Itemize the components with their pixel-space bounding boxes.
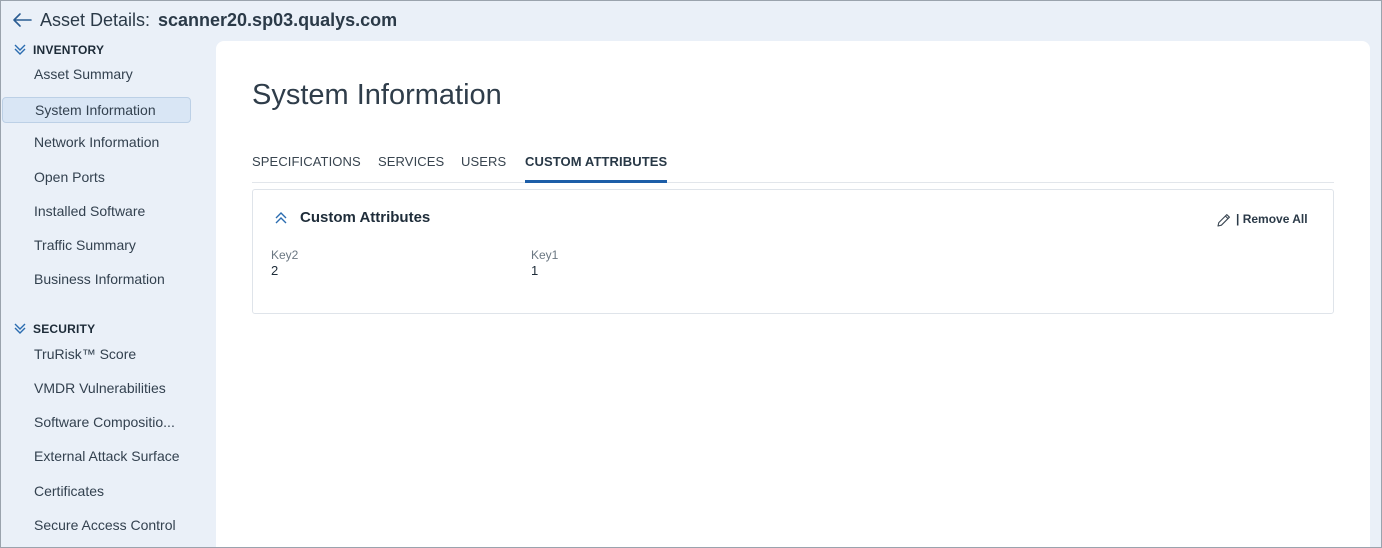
sidebar-item-installed-software[interactable]: Installed Software: [2, 198, 191, 224]
custom-attributes-card: Custom Attributes | Remove All Key2 2 Ke…: [252, 189, 1334, 314]
sidebar-item-secure-access-control[interactable]: Secure Access Control: [2, 512, 191, 538]
tab-users[interactable]: USERS: [461, 154, 506, 183]
sidebar-item-label: VMDR Vulnerabilities: [34, 380, 166, 396]
sidebar-item-label: System Information: [35, 102, 156, 118]
arrow-left-icon[interactable]: [12, 12, 32, 28]
sidebar-item-open-ports[interactable]: Open Ports: [2, 164, 191, 190]
tab-bar: SPECIFICATIONS SERVICES USERS CUSTOM ATT…: [252, 149, 1334, 183]
sidebar-item-external-attack-surface[interactable]: External Attack Surface: [2, 443, 191, 469]
attribute-value: 1: [531, 263, 539, 278]
attribute-key: Key2: [271, 248, 299, 262]
pencil-icon[interactable]: [1216, 212, 1232, 228]
section-title: SECURITY: [33, 322, 96, 336]
sidebar-item-vmdr-vulnerabilities[interactable]: VMDR Vulnerabilities: [2, 375, 191, 401]
sidebar-item-asset-summary[interactable]: Asset Summary: [2, 61, 191, 87]
sidebar-item-certificates[interactable]: Certificates: [2, 478, 191, 504]
sidebar: INVENTORY Asset Summary System Informati…: [0, 40, 216, 548]
sidebar-item-label: Traffic Summary: [34, 237, 136, 253]
sidebar-item-label: Asset Summary: [34, 66, 133, 82]
sidebar-item-label: External Attack Surface: [34, 448, 180, 464]
sidebar-item-traffic-summary[interactable]: Traffic Summary: [2, 232, 191, 258]
sidebar-item-label: TruRisk™ Score: [34, 346, 137, 362]
sidebar-item-label: Open Ports: [34, 169, 105, 185]
section-title: INVENTORY: [33, 43, 105, 57]
page-title: System Information: [252, 79, 502, 111]
sidebar-item-label: Business Information: [34, 271, 165, 287]
sidebar-item-network-information[interactable]: Network Information: [2, 129, 191, 155]
remove-all-button[interactable]: | Remove All: [1236, 212, 1308, 226]
header-prefix: Asset Details:: [40, 10, 151, 30]
attribute-key: Key1: [531, 248, 559, 262]
double-chevron-down-icon: [14, 44, 26, 55]
sidebar-item-business-information[interactable]: Business Information: [2, 266, 191, 292]
tab-services[interactable]: SERVICES: [378, 154, 444, 183]
sidebar-item-label: Network Information: [34, 134, 160, 150]
attribute-value: 2: [271, 263, 279, 278]
tab-specifications[interactable]: SPECIFICATIONS: [252, 154, 361, 183]
tab-custom-attributes[interactable]: CUSTOM ATTRIBUTES: [525, 154, 668, 183]
sidebar-item-software-composition[interactable]: Software Compositio...: [2, 409, 191, 435]
double-chevron-down-icon: [14, 323, 26, 334]
section-inventory[interactable]: INVENTORY: [14, 41, 104, 59]
sidebar-item-label: Installed Software: [34, 203, 146, 219]
asset-hostname: scanner20.sp03.qualys.com: [158, 10, 398, 30]
sidebar-item-label: Certificates: [34, 483, 105, 499]
sidebar-item-label: Secure Access Control: [34, 517, 176, 533]
main-panel: System Information SPECIFICATIONS SERVIC…: [216, 41, 1370, 548]
sidebar-item-label: Software Compositio...: [34, 414, 175, 430]
card-title: Custom Attributes: [300, 209, 431, 226]
page-header: Asset Details: scanner20.sp03.qualys.com: [0, 0, 1382, 40]
double-chevron-up-icon[interactable]: [273, 210, 289, 226]
section-security[interactable]: SECURITY: [14, 320, 95, 338]
sidebar-item-system-information[interactable]: System Information: [2, 97, 191, 123]
sidebar-item-trurisk-score[interactable]: TruRisk™ Score: [2, 341, 191, 367]
